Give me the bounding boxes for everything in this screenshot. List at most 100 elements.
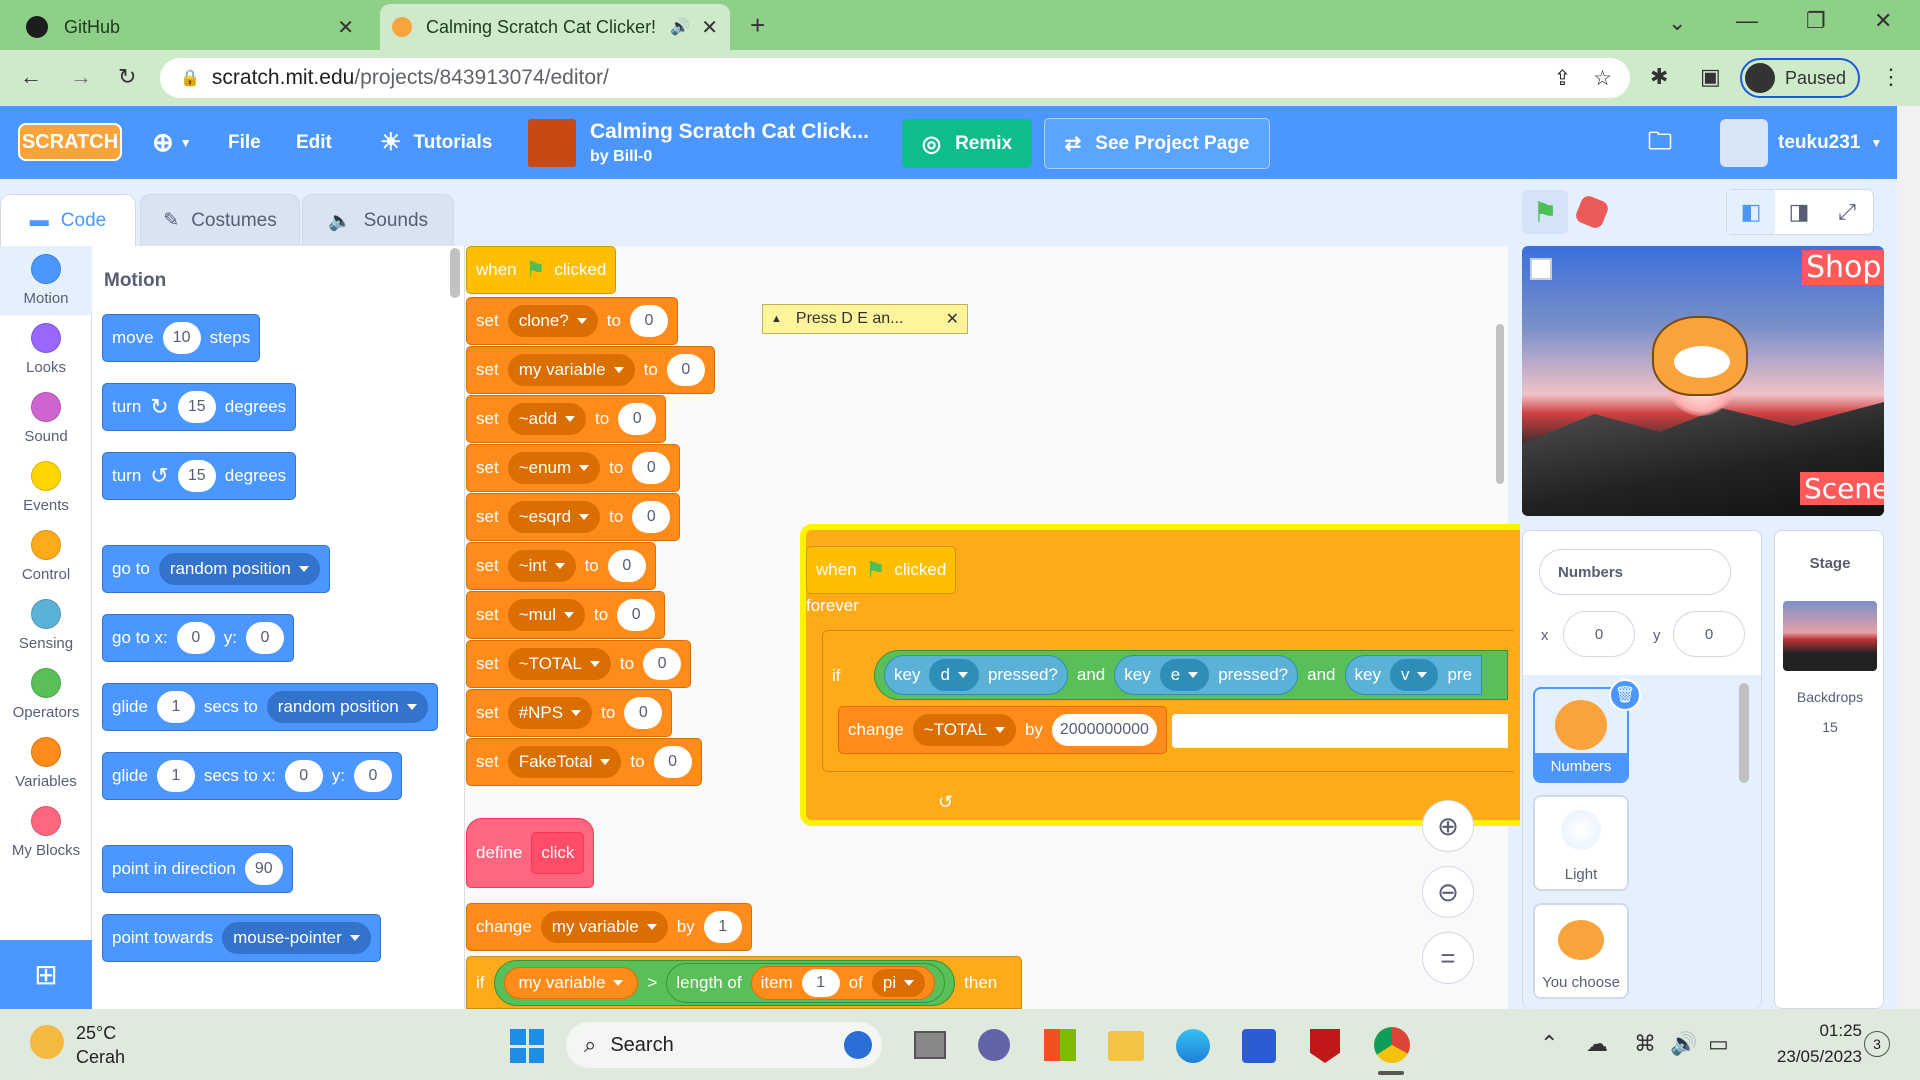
block-turn-right[interactable]: turn ↻ 15 degrees [102, 383, 297, 431]
forward-icon[interactable]: → [70, 66, 92, 88]
block-glide-xy[interactable]: glide 1 secs to x: 0 y: 0 [102, 752, 402, 800]
close-window-icon[interactable]: ✕ [1874, 10, 1892, 32]
block-change-by[interactable]: change my variable by 1 [466, 903, 752, 951]
number-input[interactable]: 1 [703, 911, 742, 943]
close-icon[interactable]: ✕ [701, 15, 718, 40]
block-move-steps[interactable]: move 10 steps [102, 314, 261, 362]
sprite-name-field[interactable]: Numbers [1539, 549, 1731, 595]
value-input[interactable]: 0 [632, 452, 671, 484]
url-bar[interactable]: 🔒 scratch.mit.edu /projects/843913074/ed… [160, 58, 1630, 98]
number-input[interactable]: 0 [353, 760, 392, 792]
weather-desc[interactable]: Cerah [76, 1047, 125, 1068]
block-change-by[interactable]: change ~TOTAL by 2000000000 [838, 706, 1167, 754]
block-when-flag-clicked[interactable]: when ⚑ clicked [806, 546, 957, 594]
chevron-up-icon[interactable]: ⌃ [1540, 1033, 1558, 1055]
clock-date[interactable]: 23/05/2023 [1752, 1047, 1862, 1067]
value-input[interactable]: 0 [653, 746, 692, 778]
variable-dropdown[interactable]: clone? [507, 305, 598, 337]
large-stage-icon[interactable]: ◨ [1775, 190, 1823, 234]
variable-dropdown[interactable]: ~TOTAL [507, 648, 611, 680]
variable-dropdown[interactable]: FakeTotal [507, 746, 622, 778]
my-stuff-folder-icon[interactable]: 🗀 [1648, 130, 1672, 154]
length-of-operator[interactable]: length of item 1 of pi [666, 962, 946, 1003]
clock-time[interactable]: 01:25 [1752, 1021, 1862, 1041]
variable-dropdown[interactable]: ~TOTAL [912, 714, 1016, 746]
block-forever[interactable]: forever [806, 596, 859, 616]
target-dropdown[interactable]: random position [266, 691, 428, 723]
bookmark-star-icon[interactable]: ☆ [1593, 66, 1612, 91]
delete-sprite-trash-icon[interactable]: 🗑 [1609, 679, 1641, 711]
fullscreen-icon[interactable]: ⤢ [1823, 190, 1871, 234]
scene-button[interactable]: Scene [1800, 472, 1884, 505]
block-set-variable[interactable]: set #NPS to 0 [466, 689, 673, 737]
number-input[interactable]: 2000000000 [1051, 714, 1157, 746]
block-set-variable[interactable]: set ~add to 0 [466, 395, 667, 443]
language-menu[interactable]: ⊕ ▼ [152, 106, 192, 179]
value-input[interactable]: 0 [618, 403, 657, 435]
add-extension-button[interactable]: ⊞ [0, 940, 92, 1009]
volume-icon[interactable]: 🔊 [1670, 1033, 1697, 1055]
number-input[interactable]: 10 [162, 322, 201, 354]
green-flag-button[interactable]: ⚑ [1522, 190, 1568, 234]
tab-scratch-project[interactable]: Calming Scratch Cat Clicker! 🔊 ✕ [380, 4, 730, 50]
number-input[interactable]: 15 [177, 391, 216, 423]
share-icon[interactable]: ⇪ [1554, 66, 1572, 91]
category-sensing[interactable]: Sensing [0, 591, 92, 660]
speaker-icon[interactable]: 🔊 [670, 17, 690, 37]
number-input[interactable]: 1 [801, 968, 840, 997]
project-author[interactable]: by Bill-0 [590, 148, 652, 166]
vpn-app-icon[interactable] [1242, 1029, 1276, 1063]
key-dropdown[interactable]: v [1389, 659, 1439, 691]
task-view-icon[interactable] [914, 1031, 946, 1059]
new-tab-icon[interactable]: + [750, 12, 765, 38]
block-set-variable[interactable]: set ~esqrd to 0 [466, 493, 681, 541]
greater-than-operator[interactable]: my variable > length of item 1 of pi [493, 959, 956, 1006]
block-point-towards[interactable]: point towards mouse-pointer [102, 914, 381, 962]
variable-dropdown[interactable]: my variable [540, 911, 668, 943]
variable-dropdown[interactable]: #NPS [507, 697, 593, 729]
comment-note[interactable]: ▲ Press D E an... ✕ [762, 304, 968, 334]
edge-icon[interactable] [1176, 1029, 1210, 1063]
block-if-then[interactable]: if my variable > length of item 1 of pi the… [466, 956, 1022, 1009]
value-input[interactable]: 0 [632, 501, 671, 533]
category-variables[interactable]: Variables [0, 729, 92, 798]
key-pressed-sensor[interactable]: key v pre [1344, 655, 1483, 695]
tab-sounds[interactable]: 🔈 Sounds [302, 194, 454, 246]
value-input[interactable]: 0 [643, 648, 682, 680]
value-input[interactable]: 0 [624, 697, 663, 729]
extensions-icon[interactable]: ✱ [1650, 66, 1668, 88]
onedrive-icon[interactable]: ☁ [1586, 1033, 1608, 1055]
close-icon[interactable]: ✕ [946, 309, 959, 329]
y-field[interactable]: 0 [1673, 611, 1745, 657]
weather-icon[interactable] [30, 1025, 64, 1059]
block-glide-to[interactable]: glide 1 secs to random position [102, 683, 438, 731]
category-events[interactable]: Events [0, 453, 92, 522]
variable-dropdown[interactable]: ~esqrd [507, 501, 601, 533]
category-control[interactable]: Control [0, 522, 92, 591]
scratch-logo[interactable]: SCRATCH [18, 123, 122, 161]
minimize-icon[interactable]: — [1736, 10, 1758, 32]
user-avatar[interactable] [1720, 119, 1768, 167]
variable-dropdown[interactable]: ~enum [507, 452, 601, 484]
zoom-out-button[interactable]: ⊖ [1422, 866, 1474, 918]
chevron-down-icon[interactable]: ⌄ [1668, 12, 1686, 34]
tab-costumes[interactable]: ✎ Costumes [140, 194, 300, 246]
block-set-variable[interactable]: set ~TOTAL to 0 [466, 640, 692, 688]
number-input[interactable]: 15 [177, 460, 216, 492]
more-menu-icon[interactable]: ⋮ [1880, 66, 1902, 88]
taskbar-search[interactable]: ⌕ Search [566, 1022, 882, 1068]
collapse-arrow-icon[interactable]: ▲ [771, 313, 782, 325]
store-icon[interactable] [1044, 1029, 1076, 1061]
target-dropdown[interactable]: mouse-pointer [222, 922, 371, 954]
remix-button[interactable]: ◎ Remix [902, 119, 1032, 168]
account-menu[interactable]: teuku231 ▼ [1778, 106, 1882, 179]
variable-dropdown[interactable]: ~int [507, 550, 576, 582]
block-set-variable[interactable]: set ~mul to 0 [466, 591, 666, 639]
key-pressed-sensor[interactable]: key e pressed? [1114, 655, 1299, 695]
x-field[interactable]: 0 [1563, 611, 1635, 657]
network-icon[interactable]: ⌘ [1634, 1033, 1656, 1055]
block-set-variable[interactable]: set ~int to 0 [466, 542, 656, 590]
tab-github[interactable]: GitHub ✕ [14, 4, 366, 50]
palette-scrollbar[interactable] [450, 248, 460, 298]
chrome-icon[interactable] [1374, 1027, 1410, 1063]
